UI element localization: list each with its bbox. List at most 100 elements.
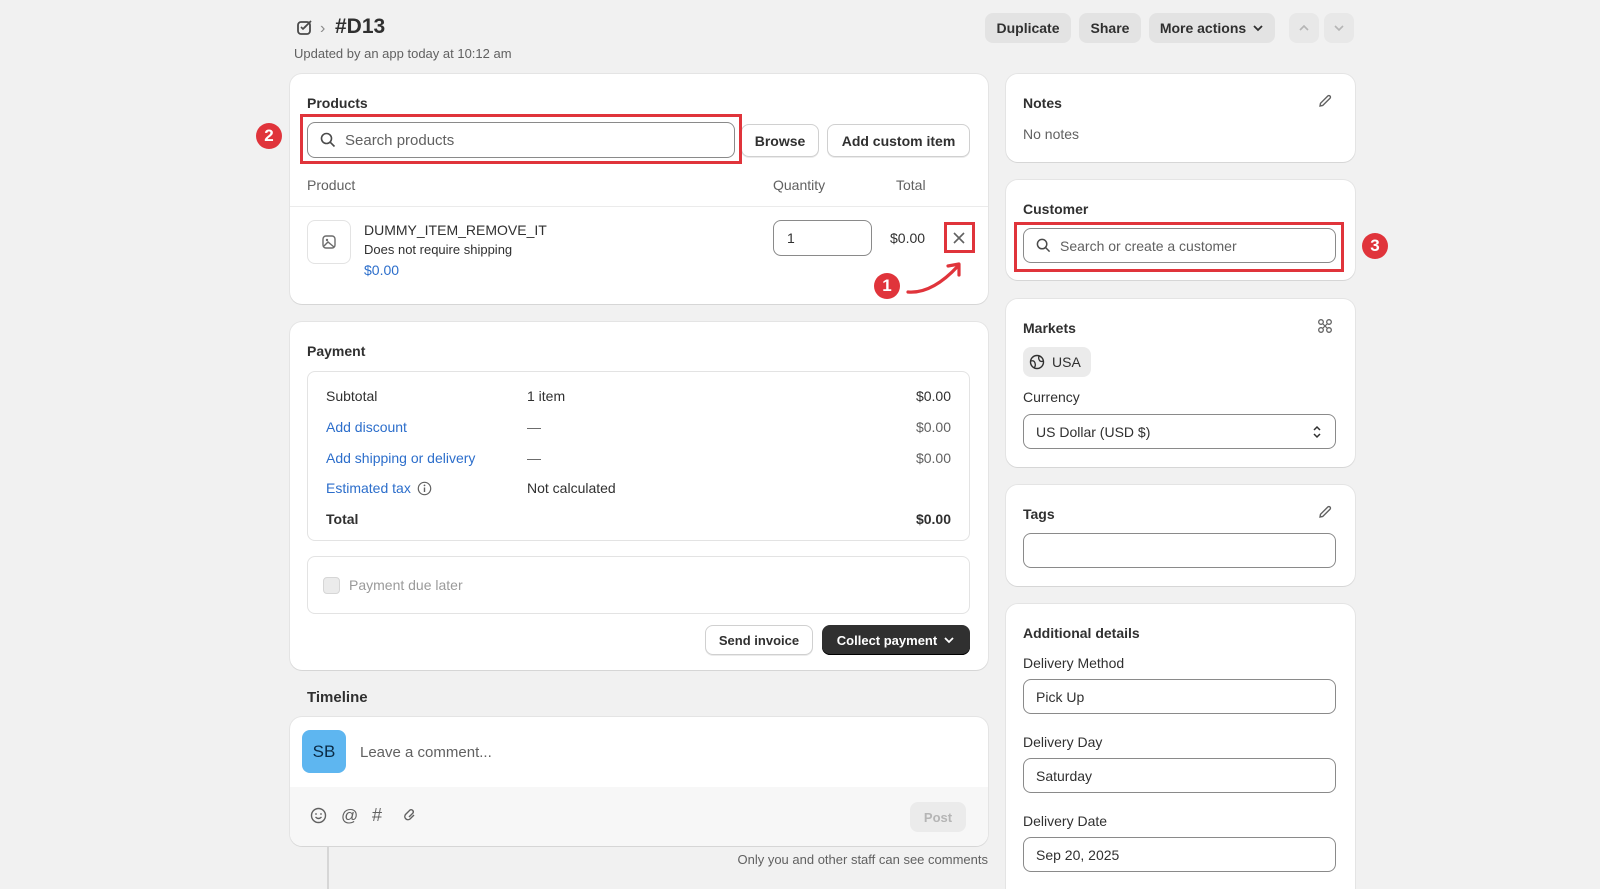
currency-label: Currency (1023, 389, 1080, 405)
notes-card: Notes No notes (1006, 74, 1355, 162)
delivery-day-label: Delivery Day (1023, 734, 1103, 750)
payment-card: Payment Subtotal 1 item $0.00 Add discou… (290, 322, 988, 670)
delivery-method-field[interactable]: Pick Up (1023, 679, 1336, 714)
hashtag-icon[interactable]: # (372, 805, 382, 826)
shipping-amount: $0.00 (915, 450, 951, 466)
annotation-badge-3: 3 (1362, 233, 1388, 259)
breadcrumb-chevron-icon: › (320, 20, 326, 37)
annotation-badge-2: 2 (256, 123, 282, 149)
delivery-date-label: Delivery Date (1023, 813, 1108, 829)
product-thumbnail (307, 220, 351, 264)
markets-heading: Markets (1023, 320, 1076, 336)
product-name[interactable]: DUMMY_ITEM_REMOVE_IT (364, 222, 547, 238)
annotation-box-product-search (300, 114, 742, 164)
subtotal-amount: $0.00 (915, 388, 951, 404)
attachment-icon[interactable] (402, 807, 419, 824)
select-arrows-icon (1311, 424, 1323, 440)
payment-due-later-box: Payment due later (307, 556, 970, 614)
post-button[interactable]: Post (910, 802, 966, 832)
product-line-total: $0.00 (890, 230, 926, 246)
market-name: USA (1052, 354, 1081, 370)
collect-payment-button[interactable]: Collect payment (822, 625, 970, 655)
pencil-icon (1317, 504, 1333, 520)
add-custom-item-button[interactable]: Add custom item (827, 124, 970, 157)
column-header-total: Total (896, 177, 926, 193)
tax-status: Not calculated (527, 480, 616, 496)
comment-box: SB Leave a comment... @ # Post (290, 717, 988, 846)
market-badge: USA (1023, 347, 1091, 377)
chevron-down-icon (943, 634, 955, 646)
chevron-down-icon (1252, 22, 1264, 34)
next-order-button[interactable] (1324, 13, 1354, 43)
product-price-link[interactable]: $0.00 (364, 262, 399, 278)
divider (290, 206, 988, 207)
image-placeholder-icon (321, 234, 337, 250)
send-invoice-button[interactable]: Send invoice (705, 625, 813, 655)
chevron-up-icon (1298, 22, 1310, 34)
edit-notes-button[interactable] (1317, 93, 1333, 109)
page-title: #D13 (335, 15, 386, 38)
payment-due-later-checkbox[interactable] (323, 577, 340, 594)
payment-summary-box: Subtotal 1 item $0.00 Add discount — $0.… (307, 371, 970, 541)
annotation-arrow-icon (904, 258, 964, 298)
comment-input[interactable]: Leave a comment... (360, 744, 492, 761)
delivery-date-value: Sep 20, 2025 (1036, 846, 1120, 863)
add-shipping-link[interactable]: Add shipping or delivery (326, 450, 475, 466)
payment-due-later-label: Payment due later (349, 577, 463, 593)
page-subtitle: Updated by an app today at 10:12 am (294, 46, 512, 61)
delivery-method-label: Delivery Method (1023, 655, 1125, 671)
more-actions-button[interactable]: More actions (1149, 13, 1275, 43)
previous-order-button[interactable] (1289, 13, 1319, 43)
subtotal-label: Subtotal (326, 388, 378, 404)
annotation-badge-1: 1 (874, 273, 900, 299)
products-heading: Products (307, 95, 368, 111)
globe-icon (1029, 354, 1045, 370)
shipping-dash: — (527, 450, 541, 466)
markets-settings-button[interactable] (1317, 318, 1333, 334)
avatar: SB (302, 730, 346, 773)
emoji-icon[interactable] (310, 807, 327, 824)
draft-order-icon (296, 19, 314, 37)
currency-select[interactable]: US Dollar (USD $) (1023, 414, 1336, 449)
collect-payment-label: Collect payment (836, 632, 938, 648)
tags-card: Tags (1006, 485, 1355, 586)
edit-tags-button[interactable] (1317, 504, 1333, 520)
products-card: Products Search products Browse Add cust… (290, 74, 988, 304)
tags-input[interactable] (1023, 533, 1336, 568)
quantity-value: 1 (787, 230, 795, 246)
currency-value: US Dollar (USD $) (1036, 423, 1151, 440)
delivery-day-value: Saturday (1036, 767, 1093, 784)
quantity-input[interactable]: 1 (773, 220, 872, 256)
delivery-method-value: Pick Up (1036, 688, 1085, 705)
mention-icon[interactable]: @ (341, 806, 358, 826)
chevron-down-icon (1333, 22, 1345, 34)
total-amount: $0.00 (915, 511, 951, 527)
timeline-footnote: Only you and other staff can see comment… (737, 852, 988, 867)
estimated-tax-label: Estimated tax (326, 480, 411, 496)
payment-heading: Payment (307, 343, 366, 359)
timeline-line (327, 846, 329, 889)
additional-details-heading: Additional details (1023, 625, 1140, 641)
markets-card: Markets USA Currency US Dollar (USD $) (1006, 299, 1355, 467)
browse-button[interactable]: Browse (741, 124, 819, 157)
info-icon[interactable] (417, 481, 432, 496)
product-shipping-note: Does not require shipping (364, 242, 513, 257)
timeline-heading: Timeline (307, 689, 368, 706)
tags-heading: Tags (1023, 506, 1055, 522)
delivery-date-field[interactable]: Sep 20, 2025 (1023, 837, 1336, 872)
add-discount-link[interactable]: Add discount (326, 419, 407, 435)
delivery-day-field[interactable]: Saturday (1023, 758, 1336, 793)
more-actions-label: More actions (1159, 20, 1247, 36)
total-label: Total (326, 511, 359, 527)
column-header-product: Product (307, 177, 356, 193)
customer-heading: Customer (1023, 201, 1089, 217)
estimated-tax-link[interactable]: Estimated tax (326, 480, 432, 496)
discount-amount: $0.00 (915, 419, 951, 435)
notes-text: No notes (1023, 126, 1080, 142)
annotation-box-customer-search (1014, 222, 1344, 272)
comment-toolbar (290, 787, 988, 846)
share-button[interactable]: Share (1079, 13, 1141, 43)
duplicate-button[interactable]: Duplicate (985, 13, 1071, 43)
additional-details-card: Additional details Delivery Method Pick … (1006, 604, 1355, 889)
notes-heading: Notes (1023, 95, 1062, 111)
